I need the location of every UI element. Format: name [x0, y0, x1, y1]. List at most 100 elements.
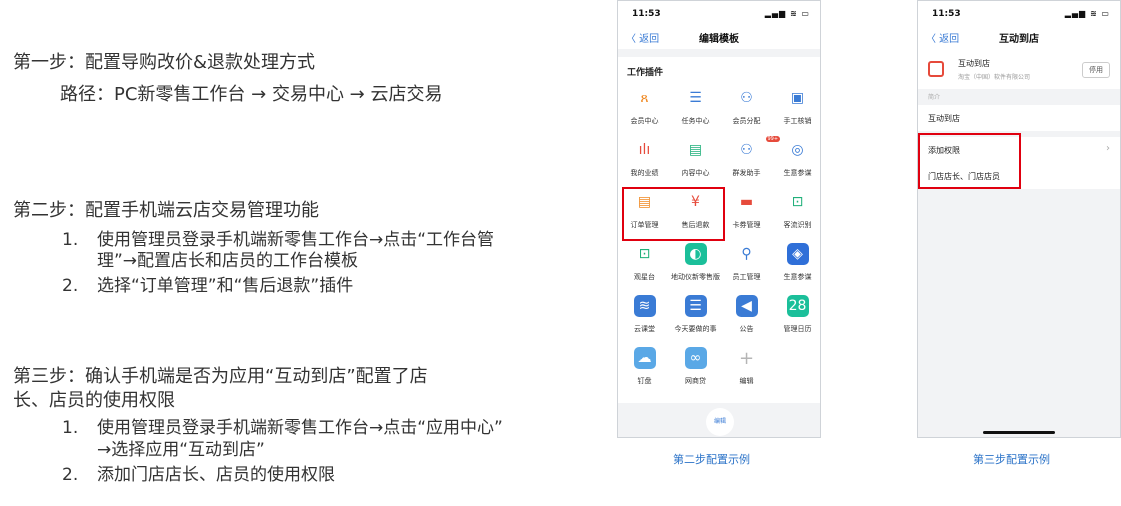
plugin-item[interactable]: ☰ 今天要做的事 [670, 295, 721, 334]
plugin-item[interactable]: ⊡ 客流识别 [772, 191, 820, 230]
cloud-class-icon: ≋ [633, 295, 656, 317]
plugin-glyph: ⚲ [741, 246, 752, 262]
plugin-glyph: ☰ [689, 90, 702, 106]
step3-item2-line1: 添加门店店长、店员的使用权限 [97, 465, 335, 485]
coupon-icon: ▬ [736, 191, 758, 213]
plugin-item[interactable]: ⚲ 员工管理 [721, 243, 772, 282]
add-icon: + [736, 347, 758, 369]
plugin-item[interactable]: ≋ 云课堂 [619, 295, 670, 334]
home-indicator [983, 431, 1055, 434]
stop-button[interactable]: 停用 [1082, 62, 1110, 78]
plugin-glyph: ◎ [791, 142, 804, 158]
traffic-icon: ⊡ [787, 191, 809, 213]
plugin-item[interactable]: ◈ 生意参谋 [772, 243, 820, 282]
plugin-item[interactable]: ∞ 网商贷 [670, 347, 721, 386]
plugin-item[interactable]: ☰ 任务中心 [670, 87, 721, 126]
bag-icon [928, 61, 944, 77]
step2-item1-line1: 使用管理员登录手机端新零售工作台→点击“工作台管 [97, 230, 495, 250]
step3-item2-num: 2. [62, 465, 79, 485]
highlight-permission [918, 133, 1021, 189]
status-bar: 11:53 ▂▄▆ ≋ ▭ [918, 1, 1120, 23]
plugin-label: 地动仪新零售版 [671, 273, 720, 281]
plugin-item[interactable]: ▬ 卡券管理 [721, 191, 772, 230]
plugin-item[interactable]: ⚇ 99+ 群发助手 [721, 136, 781, 178]
signal-icons: ▂▄▆ ≋ ▭ [1064, 9, 1110, 18]
highlight-order-refund [622, 187, 725, 241]
plugin-label: 观星台 [634, 273, 655, 281]
plugin-item[interactable]: ጸ 会员中心 [619, 87, 670, 126]
plugin-glyph: ⊡ [638, 246, 651, 262]
app-company: 淘宝（中国）软件有限公司 [958, 74, 1031, 81]
edit-bar: 编辑 [618, 403, 820, 437]
plugin-glyph: ⚇ [740, 90, 753, 106]
plugin-label: 我的业绩 [630, 169, 659, 177]
plugin-glyph: ◀ [741, 298, 752, 314]
plugin-label: 公告 [739, 325, 754, 333]
plugin-item[interactable]: ⚇ 会员分配 [721, 87, 772, 126]
plugin-item[interactable]: ◎ 生意参谋 [772, 139, 820, 178]
seismograph-icon: ◐ [684, 243, 707, 265]
plugin-label: 云课堂 [634, 325, 655, 333]
insight-app-icon: ◈ [786, 243, 809, 265]
plugin-label: 内容中心 [681, 169, 710, 177]
intro-row: 互动到店 [918, 105, 1120, 131]
step1-title: 第一步：配置导购改价&退款处理方式 [13, 52, 316, 73]
member-icon: ጸ [634, 87, 656, 109]
plugin-label: 管理日历 [783, 325, 812, 333]
status-time: 11:53 [632, 9, 661, 19]
plugin-label: 卡券管理 [732, 221, 761, 229]
plugin-glyph: ጸ [640, 90, 649, 106]
plugin-glyph: ⊡ [791, 194, 804, 210]
step3-title-line1: 第三步：确认手机端是否为应用“互动到店”配置了店 [13, 366, 428, 387]
plugin-glyph: ▣ [790, 90, 805, 106]
app-card: 互动到店 淘宝（中国）软件有限公司 停用 [918, 49, 1120, 89]
plugin-glyph: + [738, 347, 755, 369]
plugin-item[interactable]: ılı 我的业绩 [619, 139, 670, 178]
plugin-item[interactable]: ◐ 地动仪新零售版 [670, 243, 721, 282]
plugin-glyph: ∞ [689, 350, 702, 366]
todo-icon: ☰ [684, 295, 707, 317]
step2-item1-num: 1. [62, 230, 79, 250]
plugin-label: 手工核销 [783, 117, 812, 125]
plugin-glyph: 28 [788, 298, 807, 314]
status-bar: 11:53 ▂▄▆ ≋ ▭ [618, 1, 820, 23]
edit-button[interactable]: 编辑 [706, 408, 734, 436]
caption-step3: 第三步配置示例 [973, 453, 1050, 466]
signal-icons: ▂▄▆ ≋ ▭ [764, 9, 810, 18]
plugin-item[interactable]: ⊡ 观星台 [619, 243, 670, 282]
staff-icon: ⚲ [736, 243, 758, 265]
task-icon: ☰ [685, 87, 707, 109]
plugin-label: 群发助手 [732, 169, 761, 177]
plugin-label: 生意参谋 [783, 169, 812, 177]
plugin-item[interactable]: ▣ 手工核销 [772, 87, 820, 126]
plugin-glyph: ▬ [739, 194, 754, 210]
nav-bar: 〈 返回 互动到店 [918, 23, 1120, 49]
plugin-glyph: ◐ [689, 246, 702, 262]
plugin-item[interactable]: + 编辑 [721, 347, 772, 386]
plugin-label: 钉盘 [637, 377, 652, 385]
intro-text: 互动到店 [928, 114, 960, 123]
plugin-glyph: ılı [638, 142, 651, 158]
nav-bar: 〈 返回 编辑模板 [618, 23, 820, 49]
step1-path: 路径：PC新零售工作台 → 交易中心 → 云店交易 [60, 84, 443, 105]
step2-item1-line2: 理”→配置店长和店员的工作台模板 [97, 251, 359, 271]
intro-label: 简介 [928, 94, 941, 101]
step3-item1-line2: →选择应用“互动到店” [97, 440, 265, 460]
plugin-label: 今天要做的事 [674, 325, 717, 333]
plugin-item[interactable]: ◀ 公告 [721, 295, 772, 334]
compass-icon: ◎ [787, 139, 809, 161]
plugin-glyph: ☁ [637, 350, 652, 366]
plugin-item[interactable]: ▤ 内容中心 [670, 139, 721, 178]
performance-icon: ılı [634, 139, 656, 161]
dingpan-icon: ☁ [633, 347, 656, 369]
plugin-item[interactable]: 28 管理日历 [772, 295, 820, 334]
writeoff-icon: ▣ [787, 87, 809, 109]
phone2-screen: 11:53 ▂▄▆ ≋ ▭ 〈 返回 互动到店 互动到店 淘宝（中国）软件有限公… [917, 0, 1121, 438]
step3-title-line2: 长、店员的使用权限 [13, 390, 175, 411]
plugin-label: 任务中心 [681, 117, 710, 125]
plugin-item[interactable]: ☁ 钉盘 [619, 347, 670, 386]
nav-title: 互动到店 [999, 34, 1039, 45]
calendar-icon: 28 [786, 295, 809, 317]
status-time: 11:53 [932, 9, 961, 19]
plugin-glyph: ◈ [792, 246, 803, 262]
